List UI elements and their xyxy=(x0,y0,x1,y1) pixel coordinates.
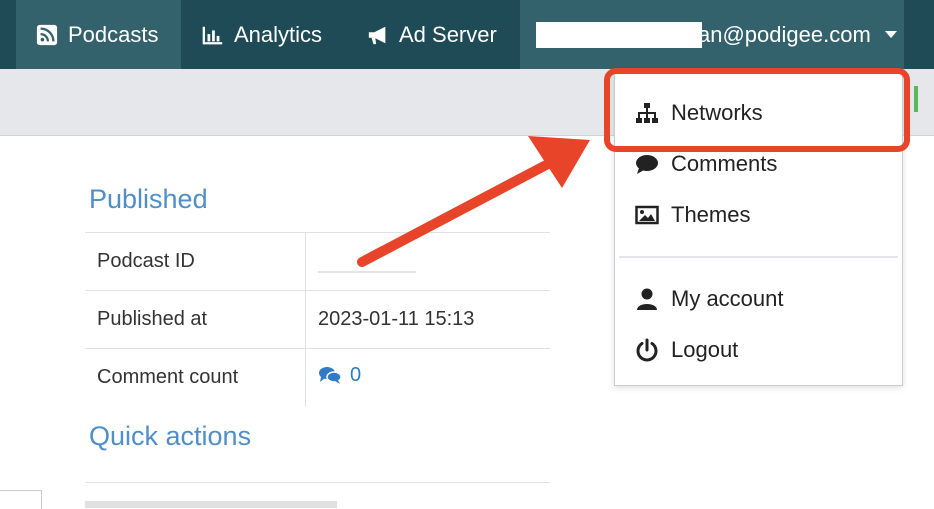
bullhorn-icon xyxy=(368,26,386,44)
podcast-id-value xyxy=(305,232,550,291)
menu-item-my-account[interactable]: My account xyxy=(615,279,902,319)
image-icon xyxy=(635,205,659,225)
divider xyxy=(85,482,550,483)
comment-count-cell: 0 xyxy=(305,348,550,406)
table-row: Comment count 0 xyxy=(85,348,550,406)
row-label: Published at xyxy=(85,290,306,349)
nav-podcasts-label: Podcasts xyxy=(68,21,159,47)
menu-item-label: Comments xyxy=(671,151,778,176)
annotation-highlight-box xyxy=(604,68,910,152)
published-at-value: 2023-01-11 15:13 xyxy=(305,290,550,349)
green-indicator xyxy=(914,86,918,112)
table-row: Podcast ID xyxy=(85,232,550,291)
nav-ad-server[interactable]: Ad Server xyxy=(367,0,497,69)
menu-item-themes[interactable]: Themes xyxy=(615,195,902,235)
power-icon xyxy=(636,338,658,362)
redacted-podcast-id xyxy=(318,250,416,273)
comments-icon xyxy=(319,367,342,385)
menu-divider xyxy=(619,256,898,258)
quick-actions-heading: Quick actions xyxy=(89,421,252,451)
menu-item-label: My account xyxy=(671,286,784,311)
bar-chart-icon xyxy=(202,26,223,44)
menu-item-label: Logout xyxy=(671,337,739,362)
caret-down-icon xyxy=(884,31,897,38)
row-label: Comment count xyxy=(85,348,306,406)
top-navbar: Podcasts Analytics Ad Server an@podigee.… xyxy=(0,0,934,69)
published-heading: Published xyxy=(89,184,208,214)
user-menu-toggle[interactable]: an@podigee.com xyxy=(520,0,904,69)
table-row: Published at 2023-01-11 15:13 xyxy=(85,290,550,349)
nav-analytics-label: Analytics xyxy=(234,21,323,47)
nav-ad-server-label: Ad Server xyxy=(399,21,497,47)
rss-icon xyxy=(36,24,58,45)
redacted-username xyxy=(536,21,702,48)
podcast-info-table: Podcast ID Published at 2023-01-11 15:13… xyxy=(85,232,550,406)
nav-podcasts[interactable]: Podcasts xyxy=(16,0,181,69)
comment-count-value: 0 xyxy=(350,363,362,386)
nav-analytics[interactable]: Analytics xyxy=(202,0,322,69)
user-email: an@podigee.com xyxy=(698,21,871,47)
comment-icon xyxy=(636,155,658,174)
row-label: Podcast ID xyxy=(85,232,306,291)
comment-count-link[interactable]: 0 xyxy=(318,364,361,387)
menu-item-label: Themes xyxy=(671,202,751,227)
user-icon xyxy=(637,288,657,310)
menu-item-logout[interactable]: Logout xyxy=(615,330,902,370)
quick-action-placeholder xyxy=(85,501,337,508)
left-panel-edge xyxy=(0,490,42,509)
